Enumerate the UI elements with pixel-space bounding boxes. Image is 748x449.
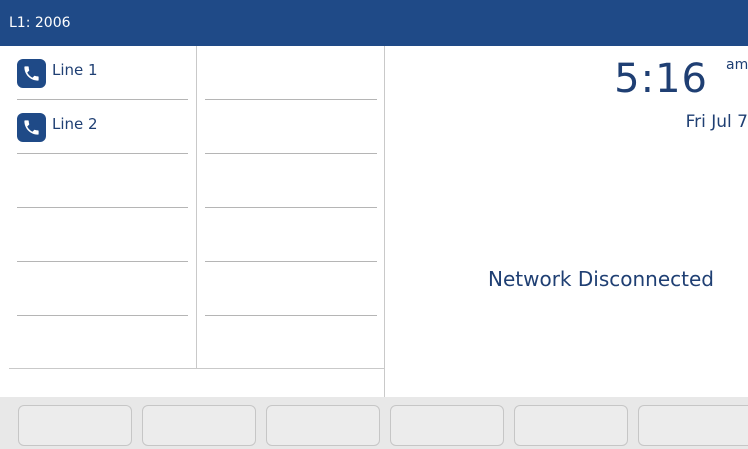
softkey-4[interactable]	[390, 405, 504, 446]
line-key-1[interactable]: Line 1	[17, 46, 188, 100]
phone-icon	[17, 59, 46, 88]
line-key-3[interactable]	[17, 154, 188, 208]
clock-ampm: am	[726, 57, 748, 73]
line-key-2[interactable]: Line 2	[17, 100, 188, 154]
line-key-4[interactable]	[17, 208, 188, 262]
line-key-label: Line 2	[52, 115, 98, 133]
line-key-10[interactable]	[205, 262, 377, 316]
line-key-7[interactable]	[205, 100, 377, 154]
softkey-bar	[0, 397, 748, 449]
softkey-2[interactable]	[142, 405, 256, 446]
clock-time: 5:16	[614, 56, 708, 102]
panel-bottom-divider	[9, 368, 385, 369]
softkey-3[interactable]	[266, 405, 380, 446]
line-key-5[interactable]	[17, 262, 188, 316]
line-key-label: Line 1	[52, 61, 98, 79]
line-key-8[interactable]	[205, 154, 377, 208]
softkey-6[interactable]	[638, 405, 748, 446]
row-divider	[205, 315, 377, 316]
softkey-5[interactable]	[514, 405, 628, 446]
phone-icon	[17, 113, 46, 142]
clock-date: Fri Jul 7	[685, 112, 748, 132]
column-divider	[196, 46, 197, 368]
row-divider	[17, 315, 188, 316]
network-status-message: Network Disconnected	[488, 267, 714, 291]
line-keys-panel: Line 1 Line 2	[0, 46, 385, 397]
softkey-1[interactable]	[18, 405, 132, 446]
header-bar: L1: 2006	[0, 0, 748, 46]
line-key-9[interactable]	[205, 208, 377, 262]
line-status-title: L1: 2006	[9, 15, 71, 31]
line-key-6[interactable]	[205, 46, 377, 100]
